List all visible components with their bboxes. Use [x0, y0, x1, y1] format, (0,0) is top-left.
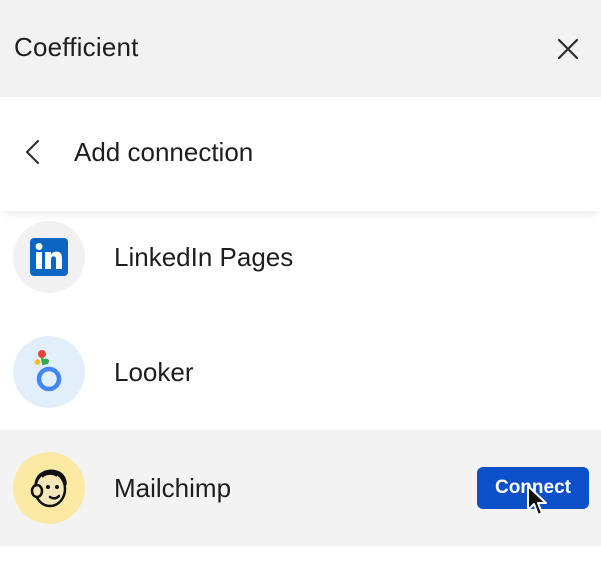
looker-logo [13, 336, 85, 408]
close-button[interactable] [554, 35, 582, 63]
looker-icon [34, 350, 62, 392]
linkedin-logo [13, 221, 85, 293]
linkedin-icon [30, 238, 68, 276]
list-item-looker[interactable]: Looker [0, 329, 601, 445]
close-icon [557, 38, 579, 60]
app-header: Coefficient [0, 0, 601, 97]
mailchimp-logo [13, 452, 85, 524]
connect-button[interactable]: Connect [477, 467, 589, 509]
list-item-label: LinkedIn Pages [114, 242, 294, 272]
back-button[interactable] [22, 139, 46, 165]
list-item-mailchimp[interactable]: Mailchimp Connect [0, 430, 601, 546]
page-title: Add connection [74, 137, 254, 167]
list-item-label: Mailchimp [114, 473, 232, 503]
list-item-label: Looker [114, 357, 194, 387]
mailchimp-icon [30, 469, 67, 508]
subheader: Add connection [0, 97, 601, 211]
app-title: Coefficient [14, 32, 139, 62]
chevron-left-icon [25, 139, 40, 165]
list-item-linkedin[interactable]: LinkedIn Pages [0, 214, 601, 330]
